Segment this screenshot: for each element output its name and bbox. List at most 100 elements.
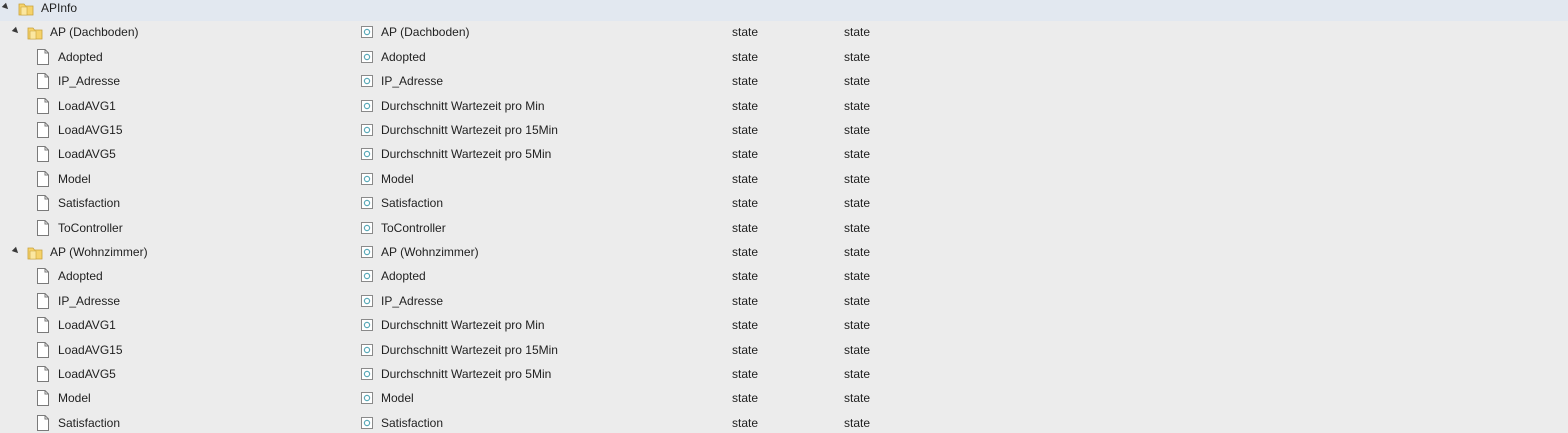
info-icon <box>361 270 373 283</box>
tree-state-row[interactable]: ToController ToController state state <box>0 217 1568 241</box>
type-cell: state <box>732 220 759 235</box>
info-icon <box>361 50 373 63</box>
tree-state-row[interactable]: LoadAVG5 Durchschnitt Wartezeit pro 5Min s… <box>0 143 1568 167</box>
tree-state-row[interactable]: LoadAVG1 Durchschnitt Wartezeit pro Min st… <box>0 314 1568 338</box>
tree-state-row[interactable]: LoadAVG15 Durchschnitt Wartezeit pro 15Mi… <box>0 119 1568 143</box>
file-icon <box>37 195 49 212</box>
state-name[interactable]: LoadAVG1 <box>58 99 116 113</box>
role-cell: state <box>844 342 871 357</box>
description-cell: Durchschnitt Wartezeit pro 15Min <box>381 342 558 357</box>
tree-root-apinfo[interactable]: APInfo <box>0 0 1568 21</box>
folder-icon <box>18 1 34 16</box>
info-icon <box>361 221 373 234</box>
role-cell: state <box>844 74 871 89</box>
tree-state-row[interactable]: LoadAVG1 Durchschnitt Wartezeit pro Min st… <box>0 95 1568 119</box>
state-name[interactable]: LoadAVG15 <box>58 343 123 357</box>
info-icon <box>361 197 373 210</box>
type-cell: state <box>732 391 759 406</box>
tree-group-row[interactable]: AP (Wohnzimmer) AP (Wohnzimmer) state state <box>0 241 1568 265</box>
state-name[interactable]: Satisfaction <box>58 196 120 210</box>
tree-node-label[interactable]: AP (Wohnzimmer) <box>50 245 148 259</box>
state-name[interactable]: Model <box>58 172 91 186</box>
tree-state-row[interactable]: Model Model state state <box>0 168 1568 192</box>
description-cell: IP_Adresse <box>381 293 444 308</box>
description-cell: AP (Wohnzimmer) <box>381 245 479 259</box>
info-icon <box>361 99 373 112</box>
state-name[interactable]: LoadAVG5 <box>58 367 116 381</box>
description-cell: Model <box>381 391 414 406</box>
description-cell: Model <box>381 171 414 186</box>
info-icon <box>361 343 373 356</box>
file-icon <box>37 73 49 90</box>
state-name[interactable]: LoadAVG5 <box>58 147 116 161</box>
description-cell: Durchschnitt Wartezeit pro Min <box>381 318 545 333</box>
description-cell: Satisfaction <box>381 196 444 211</box>
tree-group-row[interactable]: AP (Dachboden) AP (Dachboden) state state <box>0 21 1568 45</box>
tree-state-row[interactable]: Adopted Adopted state state <box>0 265 1568 289</box>
state-name[interactable]: Model <box>58 391 91 405</box>
info-icon <box>361 75 373 88</box>
folder-icon <box>27 25 43 40</box>
state-name[interactable]: IP_Adresse <box>58 294 120 308</box>
file-icon <box>37 97 49 114</box>
role-cell: state <box>844 415 871 430</box>
type-cell: state <box>732 269 759 284</box>
role-cell: state <box>844 98 871 113</box>
description-cell: AP (Dachboden) <box>381 25 470 40</box>
role-cell: state <box>844 49 871 64</box>
file-icon <box>37 292 49 309</box>
file-icon <box>37 219 49 236</box>
tree-node-label[interactable]: AP (Dachboden) <box>50 25 139 39</box>
file-icon <box>37 268 49 285</box>
tree-state-row[interactable]: Adopted Adopted state state <box>0 46 1568 70</box>
file-icon <box>37 146 49 163</box>
info-icon <box>361 124 373 136</box>
tree-state-row[interactable]: Satisfaction Satisfaction state state <box>0 412 1568 433</box>
tree-state-row[interactable]: IP_Adresse IP_Adresse state state <box>0 290 1568 314</box>
tree-state-row[interactable]: Model Model state state <box>0 387 1568 411</box>
object-tree: APInfo AP (Dachboden) AP (Dachboden) state s… <box>0 0 1568 433</box>
role-cell: state <box>844 171 871 186</box>
info-icon <box>361 319 373 332</box>
expanded-triangle-icon[interactable] <box>1 2 11 12</box>
type-cell: state <box>732 367 759 381</box>
expanded-triangle-icon[interactable] <box>11 27 21 36</box>
role-cell: state <box>844 245 871 259</box>
state-name[interactable]: Adopted <box>58 50 103 64</box>
description-cell: ToController <box>381 220 446 235</box>
type-cell: state <box>732 415 759 430</box>
tree-state-row[interactable]: LoadAVG5 Durchschnitt Wartezeit pro 5Min s… <box>0 363 1568 387</box>
file-icon <box>37 414 49 431</box>
state-name[interactable]: LoadAVG15 <box>58 123 123 137</box>
file-icon <box>37 122 49 138</box>
type-cell: state <box>732 318 759 333</box>
role-cell: state <box>844 25 871 40</box>
description-cell: Durchschnitt Wartezeit pro 5Min <box>381 147 552 162</box>
file-icon <box>37 390 49 407</box>
folder-icon <box>27 245 43 260</box>
info-icon <box>361 294 373 307</box>
state-name[interactable]: LoadAVG1 <box>58 318 116 332</box>
description-cell: Adopted <box>381 269 426 284</box>
type-cell: state <box>732 49 759 64</box>
state-name[interactable]: ToController <box>58 221 123 235</box>
info-icon <box>361 26 373 39</box>
info-icon <box>361 172 373 185</box>
tree-node-label[interactable]: APInfo <box>41 1 77 15</box>
description-cell: Satisfaction <box>381 415 444 430</box>
state-name[interactable]: IP_Adresse <box>58 74 120 88</box>
file-icon <box>37 341 49 358</box>
file-icon <box>37 366 49 382</box>
tree-state-row[interactable]: IP_Adresse IP_Adresse state state <box>0 70 1568 94</box>
info-icon <box>361 392 373 405</box>
tree-state-row[interactable]: LoadAVG15 Durchschnitt Wartezeit pro 15Mi… <box>0 339 1568 363</box>
tree-state-row[interactable]: Satisfaction Satisfaction state state <box>0 192 1568 216</box>
info-icon <box>361 246 373 258</box>
type-cell: state <box>732 123 759 137</box>
expanded-triangle-icon[interactable] <box>11 246 21 256</box>
type-cell: state <box>732 25 759 40</box>
type-cell: state <box>732 196 759 211</box>
state-name[interactable]: Satisfaction <box>58 416 120 430</box>
state-name[interactable]: Adopted <box>58 269 103 283</box>
role-cell: state <box>844 269 871 284</box>
